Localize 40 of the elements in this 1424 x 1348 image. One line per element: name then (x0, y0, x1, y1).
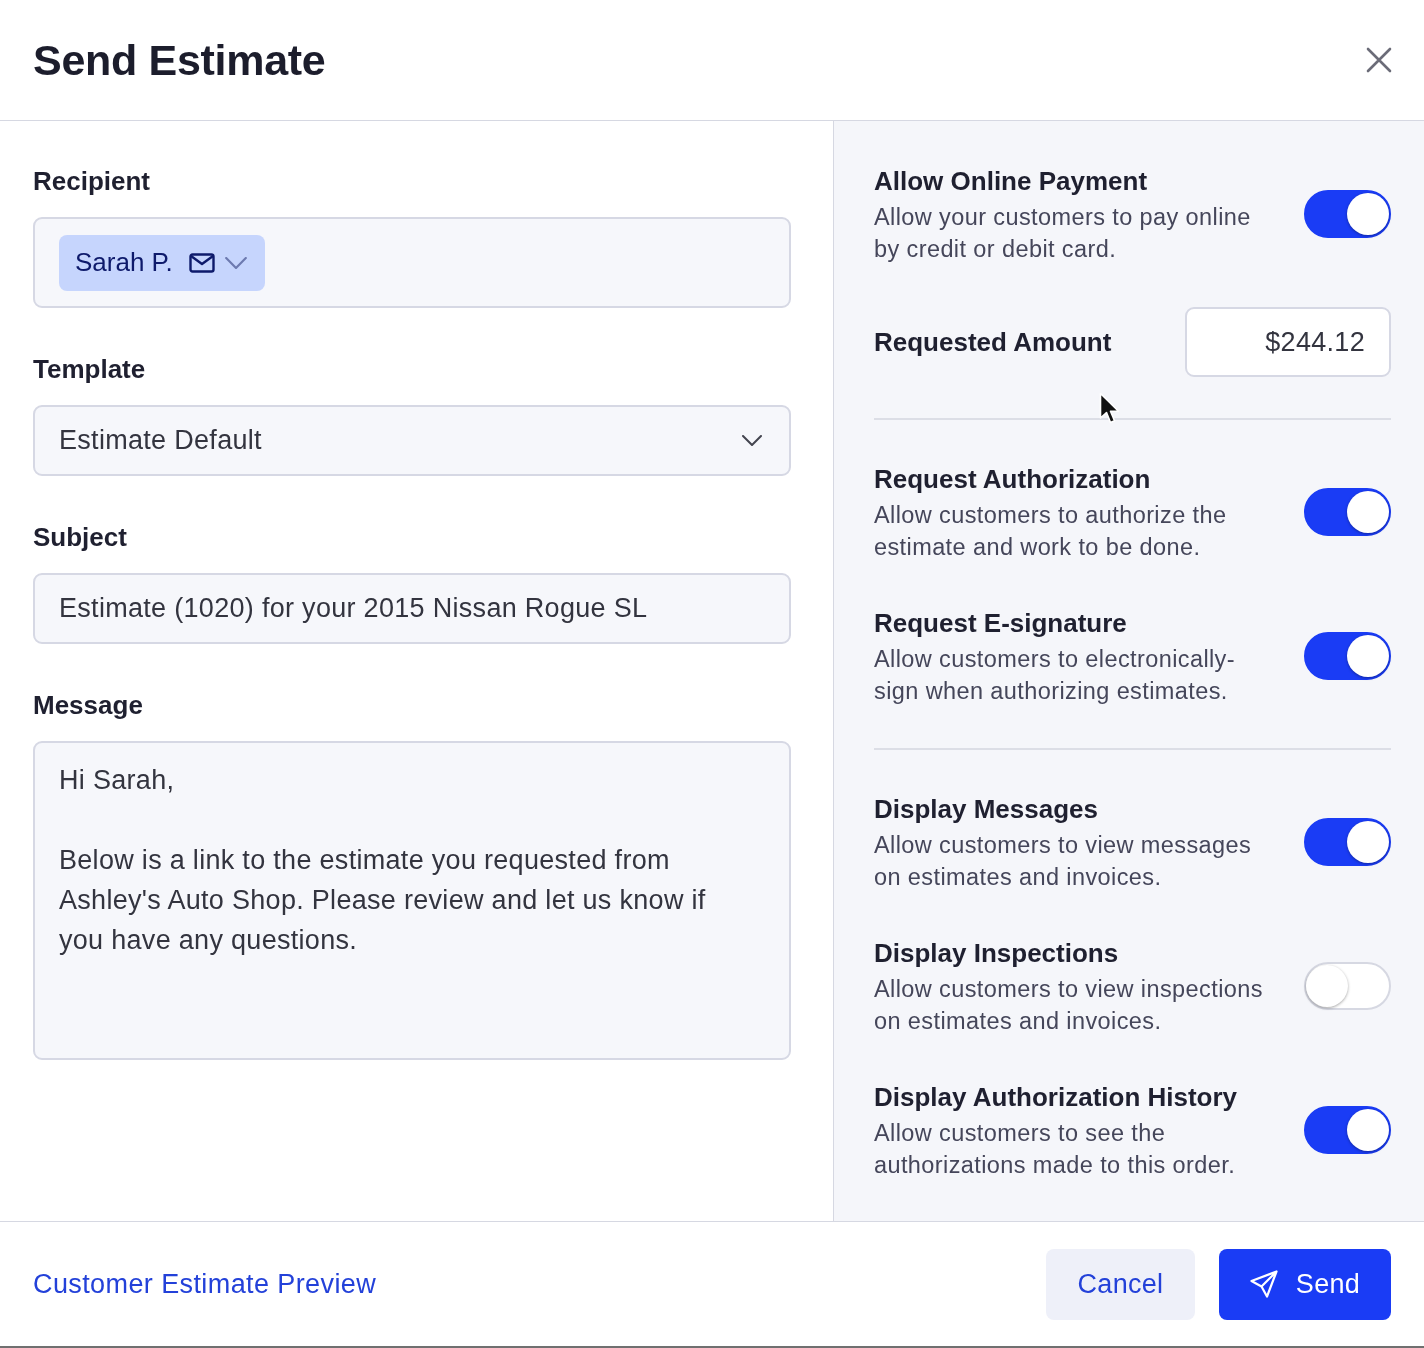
setting-description: Allow customers to view messages on estimates and invoices. (874, 831, 1253, 892)
cancel-button[interactable]: Cancel (1046, 1248, 1195, 1320)
caret-icon (224, 256, 247, 269)
preview-link[interactable]: Customer Estimate Preview (33, 1268, 377, 1300)
recipient-chip[interactable]: Sarah P. (59, 234, 265, 291)
field-label: Subject (33, 521, 127, 553)
setting-description: Allow customers to view inspections on estimates and invoices. (874, 975, 1264, 1036)
caret-icon (742, 435, 762, 446)
template-select[interactable]: Estimate Default (33, 405, 791, 476)
toggle-switch[interactable] (1304, 818, 1391, 866)
toggle-switch[interactable] (1304, 1106, 1391, 1154)
message-field[interactable]: Hi Sarah, Below is a link to the estimate you requested from Ashley's Auto Shop. Please review and let us know if you have any questions. (33, 741, 791, 1060)
mail-icon (188, 252, 215, 273)
close-button[interactable] (1364, 45, 1394, 75)
send-icon (1249, 1270, 1278, 1298)
setting-title: Request Authorization (874, 463, 1152, 496)
toggle-switch[interactable] (1304, 488, 1391, 536)
setting-title: Display Messages (874, 793, 1099, 826)
setting-title: Display Inspections (874, 937, 1120, 970)
select-value: Estimate Default (59, 425, 262, 456)
dialog-title: Send Estimate (33, 35, 326, 85)
mouse-pointer-icon (1099, 392, 1121, 426)
toggle-switch[interactable] (1304, 190, 1391, 238)
setting-title: Request E-signature (874, 607, 1128, 640)
amount-label: Requested Amount (874, 326, 1112, 358)
setting-title: Allow Online Payment (874, 165, 1149, 198)
field-label: Template (33, 353, 146, 385)
setting-description: Allow customers to see the authorizations made to this order. (874, 1119, 1237, 1180)
setting-description: Allow customers to authorize the estimate and work to be done. (874, 501, 1228, 562)
subject-field[interactable]: Estimate (1020) for your 2015 Nissan Rogue SL (33, 573, 791, 644)
setting-title: Display Authorization History (874, 1081, 1239, 1114)
field-label: Recipient (33, 165, 151, 197)
field-label: Message (33, 689, 143, 721)
setting-description: Allow your customers to pay online by credit or debit card. (874, 203, 1252, 264)
amount-field[interactable]: $244.12 (1185, 307, 1391, 377)
setting-description: Allow customers to electronically-sign when authorizing estimates. (874, 645, 1236, 706)
close-icon (1366, 47, 1392, 73)
recipient-field[interactable]: Sarah P. (33, 217, 791, 308)
toggle-switch[interactable] (1304, 632, 1391, 680)
send-button[interactable]: Send (1219, 1248, 1391, 1320)
